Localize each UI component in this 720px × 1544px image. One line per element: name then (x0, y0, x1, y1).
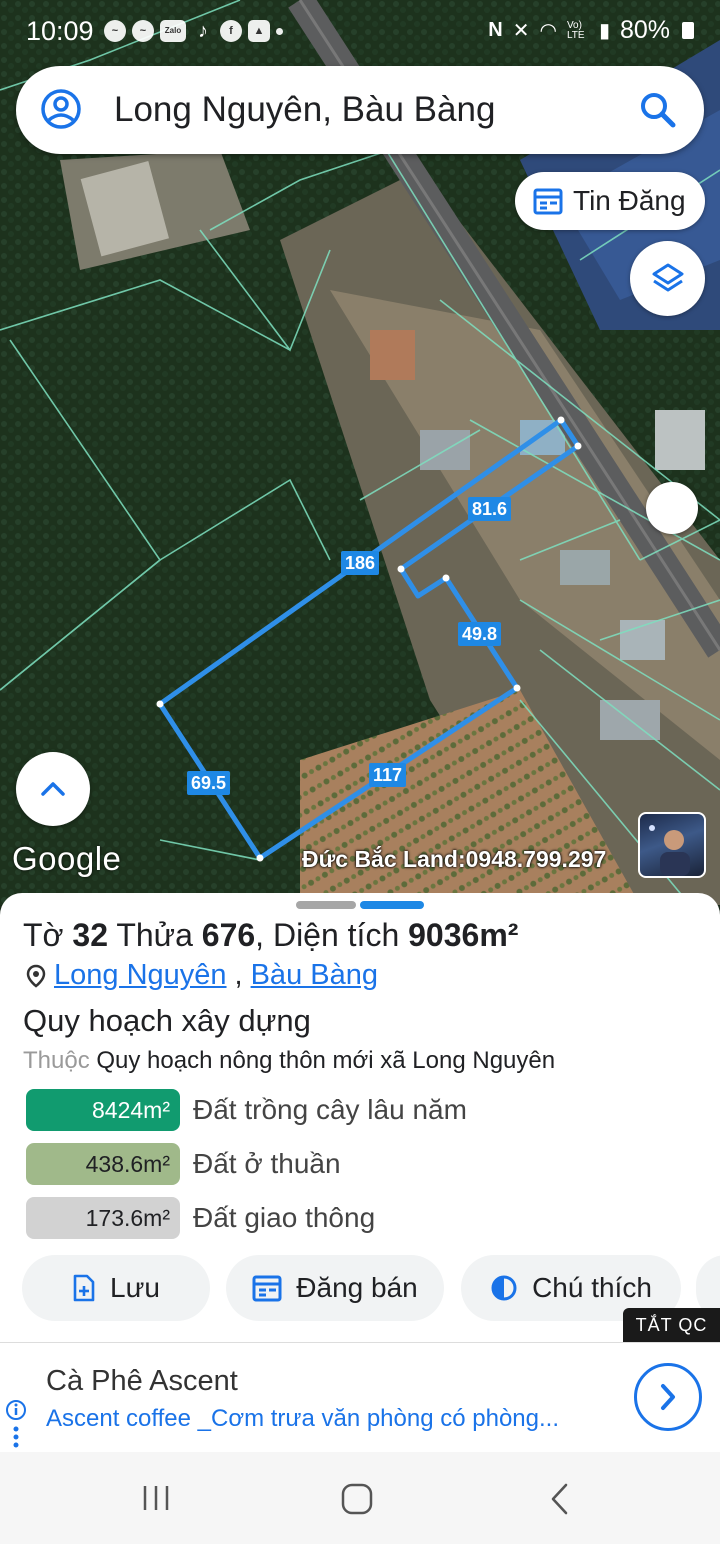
account-icon[interactable] (40, 88, 82, 130)
tiktok-icon: ♪ (198, 20, 208, 42)
land-use-name: Đất trồng cây lâu năm (193, 1094, 467, 1125)
battery-icon (682, 22, 694, 39)
post-sale-button[interactable]: Đăng bán (226, 1255, 444, 1321)
save-button[interactable]: Lưu (22, 1255, 210, 1321)
contrast-icon (491, 1275, 517, 1301)
expand-up-button[interactable] (16, 752, 90, 826)
signal-icon: ▮ (598, 20, 610, 42)
gallery-icon: ▲ (248, 20, 270, 42)
messenger-icon: ~ (104, 20, 126, 42)
battery-percent: 80% (619, 16, 670, 44)
listing-icon (533, 188, 563, 215)
volte-icon: Vo) LTE (566, 19, 585, 41)
facebook-icon: f (220, 20, 242, 42)
sheet-grabber-active[interactable] (360, 901, 424, 909)
land-use-area: 8424m² (26, 1089, 180, 1131)
ad-subline[interactable]: Ascent coffee _Cơm trưa văn phòng có phò… (46, 1405, 559, 1433)
land-use-row: 438.6m² Đất ở thuần (26, 1143, 341, 1185)
side-drag-handle[interactable] (646, 482, 698, 534)
back-icon[interactable] (548, 1482, 572, 1521)
close-ads-button[interactable]: TẮT QC (623, 1308, 720, 1342)
land-use-row: 8424m² Đất trồng cây lâu năm (26, 1089, 467, 1131)
tin-dang-button[interactable]: Tin Đăng (515, 172, 705, 230)
ad-banner[interactable]: Cà Phê Ascent Ascent coffee _Cơm trưa vă… (0, 1342, 720, 1452)
avatar-photo (649, 825, 690, 876)
edge-length-label: 49.8 (458, 622, 502, 646)
save-label: Lưu (110, 1272, 160, 1303)
mute-icon: ✕ (512, 20, 530, 42)
edge-length-label: 117 (369, 763, 407, 787)
google-logo: Google (12, 840, 122, 877)
ad-open-button[interactable] (634, 1363, 702, 1431)
location-link-district[interactable]: Bàu Bàng (251, 959, 378, 992)
ad-info-icon[interactable] (5, 1399, 27, 1451)
layers-icon (652, 263, 683, 291)
land-use-area: 438.6m² (26, 1143, 180, 1185)
ad-headline[interactable]: Cà Phê Ascent (46, 1365, 238, 1398)
avatar[interactable] (638, 812, 706, 878)
listing-icon (252, 1275, 282, 1302)
status-bar: 10:09 ~ ~ Zalo ♪ f ▲ N ✕ ◠ Vo) LTE ▮ 80% (0, 0, 720, 62)
edge-length-label: 69.5 (187, 771, 231, 795)
zalo-icon: Zalo (160, 20, 186, 42)
nfc-icon: N (488, 19, 503, 41)
system-nav-bar (0, 1452, 720, 1544)
wifi-icon: ◠ (539, 20, 557, 42)
chevron-up-icon (41, 782, 65, 796)
parcel-area: 9036m² (408, 917, 519, 953)
plot-number: 676 (201, 917, 256, 953)
sheet-grabber[interactable] (296, 901, 356, 909)
watermark-text: Đức Bắc Land:0948.799.297 (302, 846, 607, 872)
land-use-area: 173.6m² (26, 1197, 180, 1239)
more-notifications-dot (276, 28, 283, 35)
location-pin-icon (26, 964, 46, 988)
land-use-name: Đất giao thông (193, 1202, 376, 1233)
messenger-icon: ~ (132, 20, 154, 42)
edge-length-label: 186 (341, 551, 380, 575)
post-sale-label: Đăng bán (296, 1272, 418, 1303)
recents-icon[interactable] (140, 1482, 172, 1519)
planning-title: Quy hoạch xây dựng (23, 1003, 311, 1038)
legend-label: Chú thích (532, 1272, 652, 1303)
map-view[interactable]: 81.6 186 49.8 69.5 117 10:09 ~ ~ Zalo ♪ … (0, 0, 720, 905)
parcel-location: Long Nguyên, Bàu Bàng (26, 959, 378, 992)
status-time: 10:09 (26, 16, 94, 46)
add-file-icon (73, 1274, 95, 1302)
edge-length-label: 81.6 (468, 497, 512, 521)
sheet-number: 32 (72, 917, 109, 953)
location-link-commune[interactable]: Long Nguyên (54, 959, 227, 992)
search-bar[interactable]: Long Nguyên, Bàu Bàng (16, 66, 704, 154)
layers-button[interactable] (630, 241, 705, 316)
parcel-title: Tờ 32 Thửa 676, Diện tích 9036m² (23, 917, 519, 953)
land-use-row: 173.6m² Đất giao thông (26, 1197, 375, 1239)
chevron-right-icon (661, 1384, 675, 1410)
planning-scheme: Thuộc Quy hoạch nông thôn mới xã Long Ng… (23, 1047, 556, 1074)
tin-dang-label: Tin Đăng (573, 185, 686, 216)
home-icon[interactable] (340, 1482, 374, 1521)
search-icon[interactable] (638, 90, 678, 130)
search-query[interactable]: Long Nguyên, Bàu Bàng (114, 90, 495, 130)
land-use-name: Đất ở thuần (193, 1148, 341, 1179)
